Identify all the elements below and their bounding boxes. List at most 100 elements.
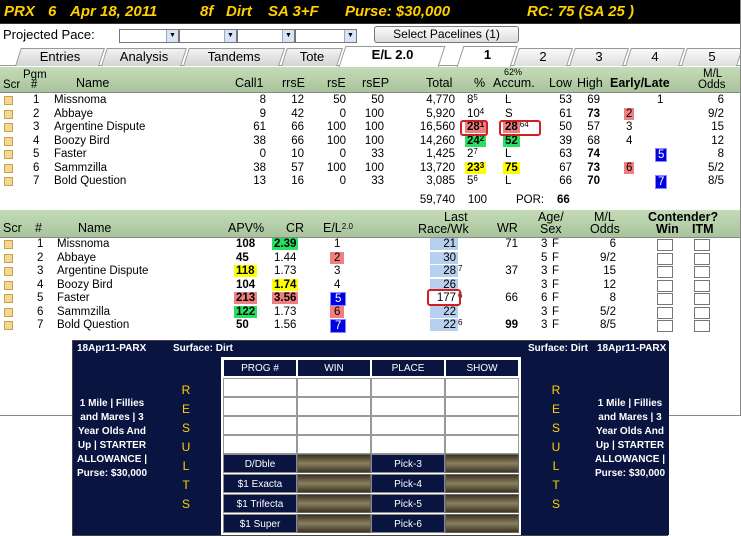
contender-win-checkbox[interactable] <box>657 252 673 265</box>
late-value <box>655 121 659 134</box>
rsep-value: 33 <box>371 175 384 187</box>
result-cell[interactable] <box>297 416 371 435</box>
result-cell[interactable] <box>371 378 445 397</box>
col-odds: Odds <box>698 79 726 91</box>
early-value: 2 <box>624 107 635 120</box>
pace-select-3[interactable]: ▼ <box>237 29 295 43</box>
low-value: 53 <box>559 94 572 106</box>
scratch-checkbox[interactable] <box>4 163 13 173</box>
scratch-checkbox[interactable] <box>4 136 13 146</box>
rse-value: 0 <box>339 175 346 187</box>
contender-itm-checkbox[interactable] <box>694 306 710 319</box>
scratch-checkbox[interactable] <box>4 321 13 330</box>
horse-name: Boozy Bird <box>54 134 110 147</box>
result-cell[interactable] <box>223 435 297 454</box>
scratch-checkbox[interactable] <box>4 294 13 303</box>
tab-number-1[interactable]: 1 <box>456 46 518 67</box>
contender-itm-checkbox[interactable] <box>694 279 710 292</box>
result-cell[interactable] <box>371 435 445 454</box>
contender-win-checkbox[interactable] <box>657 306 673 319</box>
last-race-wk: 30 <box>430 251 458 265</box>
tab-number-2[interactable]: 2 <box>513 48 573 66</box>
horse-sex: F <box>552 319 560 331</box>
last-race-wk: 28 7 <box>430 265 462 278</box>
contender-itm-checkbox[interactable] <box>694 252 710 265</box>
program-number: 2 <box>37 251 44 264</box>
result-cell[interactable] <box>223 378 297 397</box>
total-value: 14,260 <box>419 134 455 147</box>
result-cell[interactable] <box>297 397 371 416</box>
place-header: PLACE <box>371 359 445 377</box>
results-letter: L <box>182 459 190 473</box>
scratch-checkbox[interactable] <box>4 96 13 105</box>
tab-tandems[interactable]: Tandems <box>183 48 285 66</box>
low-value: 61 <box>559 107 572 120</box>
pace-select-2[interactable]: ▼ <box>179 29 237 43</box>
select-pacelines-button[interactable]: Select Pacelines (1) <box>374 26 519 43</box>
track-code: PRX <box>4 3 35 20</box>
contender-win-checkbox[interactable] <box>657 279 673 292</box>
contender-win-checkbox[interactable] <box>657 239 673 251</box>
result-cell[interactable] <box>445 416 519 435</box>
rse-value: 100 <box>326 161 346 174</box>
scratch-checkbox[interactable] <box>4 307 13 317</box>
pace-select-4[interactable]: ▼ <box>295 29 357 43</box>
col-scr: Scr <box>3 79 21 91</box>
scratch-checkbox[interactable] <box>4 123 13 132</box>
result-cell[interactable] <box>371 397 445 416</box>
col-pct: % <box>474 76 486 90</box>
low-value: 39 <box>559 134 572 147</box>
tab-el-2[interactable]: E/L 2.0 <box>338 46 446 67</box>
tab-number-5[interactable]: 5 <box>681 48 740 66</box>
result-cell[interactable] <box>223 416 297 435</box>
contender-win-checkbox[interactable] <box>657 320 673 332</box>
scratch-checkbox[interactable] <box>4 280 13 290</box>
scratch-checkbox[interactable] <box>4 253 13 263</box>
scratch-checkbox[interactable] <box>4 109 13 119</box>
contender-itm-checkbox[interactable] <box>694 320 710 332</box>
call1-value: 9 <box>259 107 266 120</box>
pct-value: 104 <box>467 106 485 120</box>
rse-value: 0 <box>339 107 346 120</box>
tab-analysis[interactable]: Analysis <box>101 48 187 66</box>
result-cell[interactable] <box>445 378 519 397</box>
result-cell[interactable] <box>223 397 297 416</box>
tab-number-3[interactable]: 3 <box>569 48 629 66</box>
tab-tote[interactable]: Tote <box>281 48 343 66</box>
result-cell[interactable] <box>371 416 445 435</box>
program-number: 3 <box>37 265 44 277</box>
contender-win-checkbox[interactable] <box>657 266 673 278</box>
pace-select-1[interactable]: ▼ <box>119 29 179 43</box>
low-value: 67 <box>559 161 572 174</box>
tab-number-4[interactable]: 4 <box>625 48 685 66</box>
contender-itm-checkbox[interactable] <box>694 266 710 278</box>
scratch-checkbox[interactable] <box>4 177 13 186</box>
scratch-checkbox[interactable] <box>4 240 13 249</box>
pct-value: 233 <box>465 160 487 174</box>
contender-win-checkbox[interactable] <box>657 293 673 305</box>
contender-itm-checkbox[interactable] <box>694 239 710 251</box>
early-value <box>624 148 628 161</box>
el-rank: 3 <box>334 265 341 277</box>
horse-name: Bold Question <box>57 319 130 331</box>
late-value: 1 <box>657 94 664 106</box>
result-cell[interactable] <box>445 397 519 416</box>
tab-entries[interactable]: Entries <box>15 48 105 66</box>
scratch-checkbox[interactable] <box>4 150 13 159</box>
high-value: 73 <box>587 107 600 120</box>
results-label-left: RESULTS <box>151 357 221 535</box>
result-cell[interactable] <box>445 435 519 454</box>
result-cell[interactable] <box>297 435 371 454</box>
race-date: Apr 18, 2011 <box>70 3 158 20</box>
horse-sex: F <box>552 292 560 304</box>
race-class: SA 3+F <box>268 3 319 20</box>
result-cell[interactable] <box>297 378 371 397</box>
contender-itm-checkbox[interactable] <box>694 293 710 305</box>
scratch-checkbox[interactable] <box>4 267 13 276</box>
board-surface-left: Surface: Dirt <box>173 343 234 354</box>
wager-label: Pick-6 <box>371 514 445 533</box>
accum-value: L <box>505 94 512 106</box>
race-purse: Purse: $30,000 <box>345 3 451 20</box>
apv-value: 213 <box>234 292 258 304</box>
results-letter: S <box>181 497 190 511</box>
